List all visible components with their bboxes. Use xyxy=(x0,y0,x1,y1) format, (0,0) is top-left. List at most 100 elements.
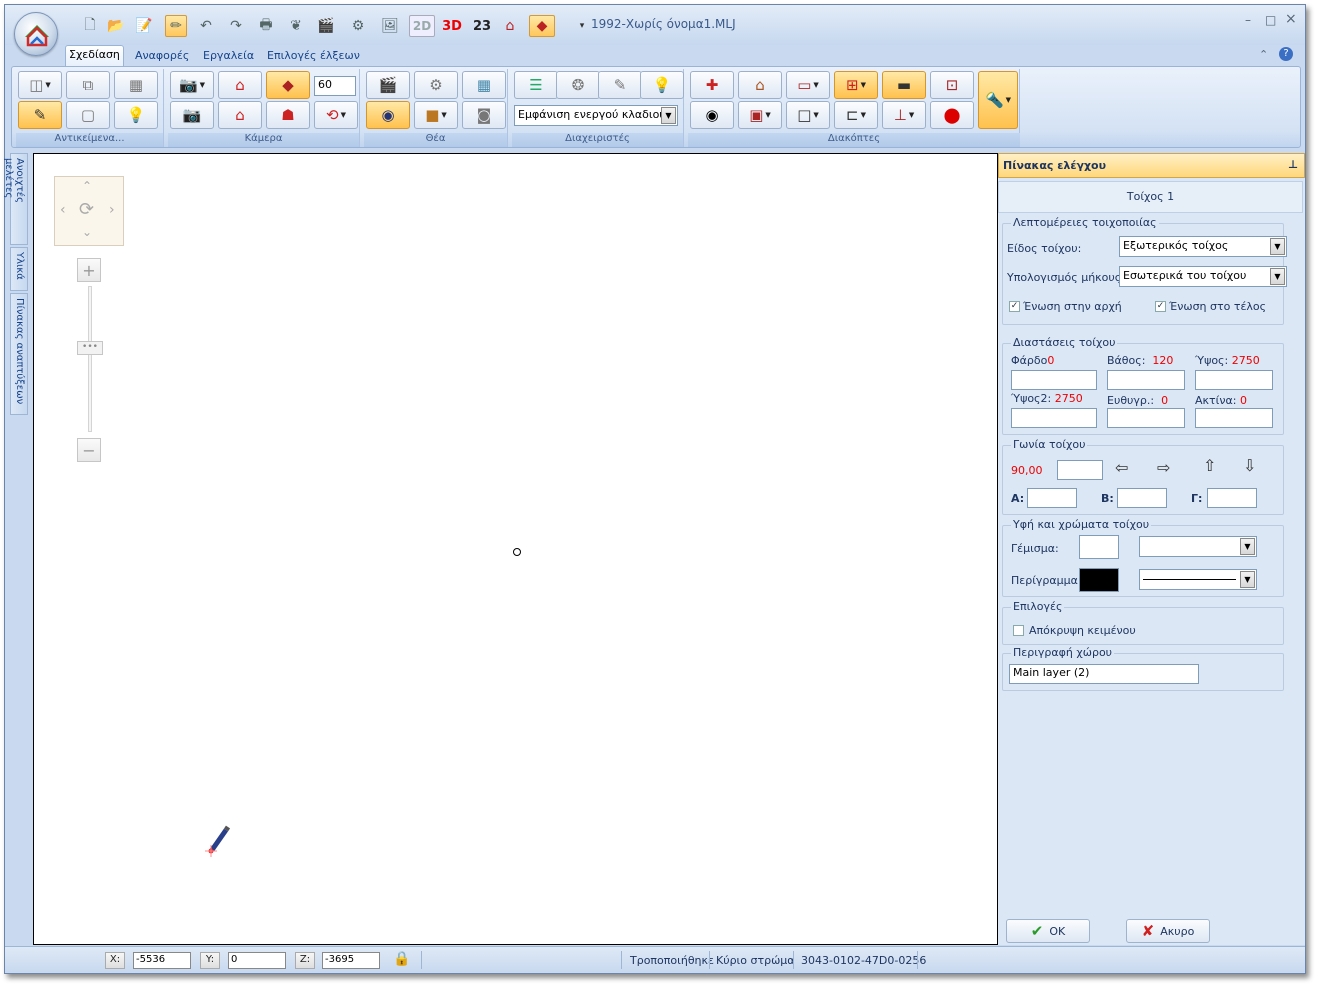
camera-button[interactable]: 📷 ▼ xyxy=(170,71,214,99)
view-reel-button[interactable]: ⚙ xyxy=(414,71,458,99)
open-file-icon[interactable]: 📂 xyxy=(105,15,127,37)
camera-rotate-button[interactable]: ⟲ ▼ xyxy=(314,101,358,129)
a-input[interactable] xyxy=(1027,488,1077,508)
stop-button[interactable]: ⬤ xyxy=(930,101,974,129)
x-coordinate-input[interactable]: -5536 xyxy=(133,952,191,969)
pencil-icon[interactable]: ✏ xyxy=(165,15,187,37)
library-icon[interactable]: ❦ xyxy=(285,15,307,37)
ok-button[interactable]: ✔ OK xyxy=(1006,919,1090,943)
home-button[interactable]: ⌂ xyxy=(738,71,782,99)
object-frame-button[interactable]: ▢ xyxy=(66,101,110,129)
close-button[interactable]: × xyxy=(1285,11,1297,27)
camera-roof-button[interactable]: ◆ xyxy=(266,71,310,99)
outline-pattern-select[interactable]: ▼ xyxy=(1139,569,1257,590)
arrow-left-icon[interactable]: ⇦ xyxy=(1115,458,1128,477)
view-texture-button[interactable]: ■ ▼ xyxy=(414,101,458,129)
tab-design[interactable]: Σχεδίαση xyxy=(65,45,124,66)
flashlight-button[interactable]: 🔦 ▼ xyxy=(978,71,1018,129)
fill-color-swatch[interactable] xyxy=(1079,535,1119,559)
ruler-button[interactable]: ▬ xyxy=(882,71,926,99)
target-button[interactable]: ⊞ ▼ xyxy=(834,71,878,99)
tab-reports[interactable]: Αναφορές xyxy=(129,45,195,67)
view-split-button[interactable]: 23 xyxy=(470,15,494,37)
drawing-canvas[interactable]: ⌃ ‹ ⟳ › ⌄ + ••• − xyxy=(33,153,998,945)
view-eye-button[interactable]: ◉ xyxy=(366,101,410,129)
radius-input[interactable] xyxy=(1195,408,1273,428)
outline-color-swatch[interactable] xyxy=(1079,568,1119,592)
view-3d-button[interactable]: 3D xyxy=(439,15,465,37)
clapperboard-icon[interactable]: 🎬 xyxy=(315,15,337,37)
circle-button[interactable]: ◉ xyxy=(690,101,734,129)
join-start-checkbox[interactable]: ✓ xyxy=(1009,301,1020,312)
angle-input[interactable] xyxy=(1057,460,1103,480)
side-tab-materials[interactable]: Υλικά xyxy=(10,247,28,291)
pan-left-icon[interactable]: ‹ xyxy=(60,202,66,218)
roof-house-icon[interactable]: ⌂ xyxy=(499,15,521,37)
camera-brick-house-button[interactable]: ⌂ xyxy=(218,101,262,129)
arrow-right-icon[interactable]: ⇨ xyxy=(1157,458,1170,477)
object-blocks-button[interactable]: ⧉ xyxy=(66,71,110,99)
corner-button[interactable]: ⊏ ▼ xyxy=(834,101,878,129)
pin-icon[interactable]: ⊥ xyxy=(1288,158,1298,171)
camera-house-button[interactable]: ⌂ xyxy=(218,71,262,99)
help-icon[interactable]: ? xyxy=(1279,47,1293,61)
tab-snap-options[interactable]: Επιλογές έλξεων xyxy=(261,45,366,67)
view-movie-button[interactable]: 🎬 xyxy=(366,71,410,99)
wall-type-select[interactable]: Εξωτερικός τοίχος ▼ xyxy=(1119,236,1287,257)
view-2d-button[interactable]: 2D xyxy=(409,15,435,37)
height-input[interactable] xyxy=(1195,370,1273,390)
ribbon-collapse-icon[interactable]: ⌃ xyxy=(1259,48,1268,61)
camera-angle-input[interactable]: 60 xyxy=(314,76,356,96)
print-icon[interactable]: 🖶 xyxy=(255,15,277,37)
select-area-button[interactable]: ⊡ xyxy=(930,71,974,99)
length-calc-select[interactable]: Εσωτερικά του τοίχου ▼ xyxy=(1119,266,1287,287)
straight-input[interactable] xyxy=(1107,408,1185,428)
minimize-button[interactable]: – xyxy=(1245,13,1251,27)
materials-button[interactable]: ❂ xyxy=(556,71,600,99)
view-grid-button[interactable]: ▦ xyxy=(462,71,506,99)
window-button[interactable]: ▣ ▼ xyxy=(738,101,782,129)
maximize-button[interactable]: □ xyxy=(1265,13,1276,27)
b-input[interactable] xyxy=(1117,488,1167,508)
load-input[interactable] xyxy=(1011,370,1097,390)
edit-document-icon[interactable]: 📝 xyxy=(133,15,155,37)
snap-cross-button[interactable]: ✚ xyxy=(690,71,734,99)
depth-input[interactable] xyxy=(1107,370,1185,390)
pan-right-icon[interactable]: › xyxy=(109,202,115,218)
view-render-button[interactable]: ◙ xyxy=(462,101,506,129)
rotate-reset-icon[interactable]: ⟳ xyxy=(79,199,94,220)
zoom-out-button[interactable]: − xyxy=(77,438,101,462)
height2-input[interactable] xyxy=(1011,408,1097,428)
tab-tools[interactable]: Εργαλεία xyxy=(197,45,260,67)
draw-pencil-button[interactable]: ✎ xyxy=(18,101,62,129)
zoom-slider-track[interactable] xyxy=(88,286,92,432)
lights-button[interactable]: 💡 xyxy=(640,71,684,99)
object-grid-button[interactable]: ▦ xyxy=(114,71,158,99)
camera-view-button[interactable]: 📷 xyxy=(170,101,214,129)
pan-down-icon[interactable]: ⌄ xyxy=(82,225,92,239)
door-button[interactable]: ▭ ▼ xyxy=(786,71,830,99)
new-file-icon[interactable]: 🗋 xyxy=(79,15,101,37)
dimension-button[interactable]: ⊥ ▼ xyxy=(882,101,926,129)
z-coordinate-input[interactable]: -3695 xyxy=(322,952,380,969)
arrow-down-icon[interactable]: ⇩ xyxy=(1243,456,1256,475)
pan-up-icon[interactable]: ⌃ xyxy=(82,179,92,193)
branch-select[interactable]: Εμφάνιση ενεργού κλαδιού ▼ xyxy=(514,105,678,126)
y-coordinate-input[interactable]: 0 xyxy=(228,952,286,969)
undo-icon[interactable]: ↶ xyxy=(195,15,217,37)
zoom-in-button[interactable]: + xyxy=(77,258,101,282)
square-button[interactable]: □ ▼ xyxy=(786,101,830,129)
fill-pattern-select[interactable]: ▼ xyxy=(1139,536,1257,557)
layers-button[interactable]: ☰ xyxy=(514,71,558,99)
hide-text-checkbox[interactable] xyxy=(1013,625,1024,636)
roof-icon[interactable]: ◆ xyxy=(529,15,555,37)
side-tab-development-table[interactable]: Πίνακας αναπτύξεων xyxy=(10,293,28,415)
join-end-checkbox[interactable]: ✓ xyxy=(1155,301,1166,312)
arrow-up-icon[interactable]: ⇧ xyxy=(1203,456,1216,475)
cancel-button[interactable]: ✘ Ακυρο xyxy=(1126,919,1210,943)
redo-icon[interactable]: ↷ xyxy=(225,15,247,37)
zoom-slider-thumb[interactable]: ••• xyxy=(77,341,103,355)
object-cube-button[interactable]: ◫ ▼ xyxy=(18,71,62,99)
customize-qat-icon[interactable]: ▾ xyxy=(571,15,593,37)
lock-icon[interactable]: 🔒 xyxy=(393,951,410,967)
